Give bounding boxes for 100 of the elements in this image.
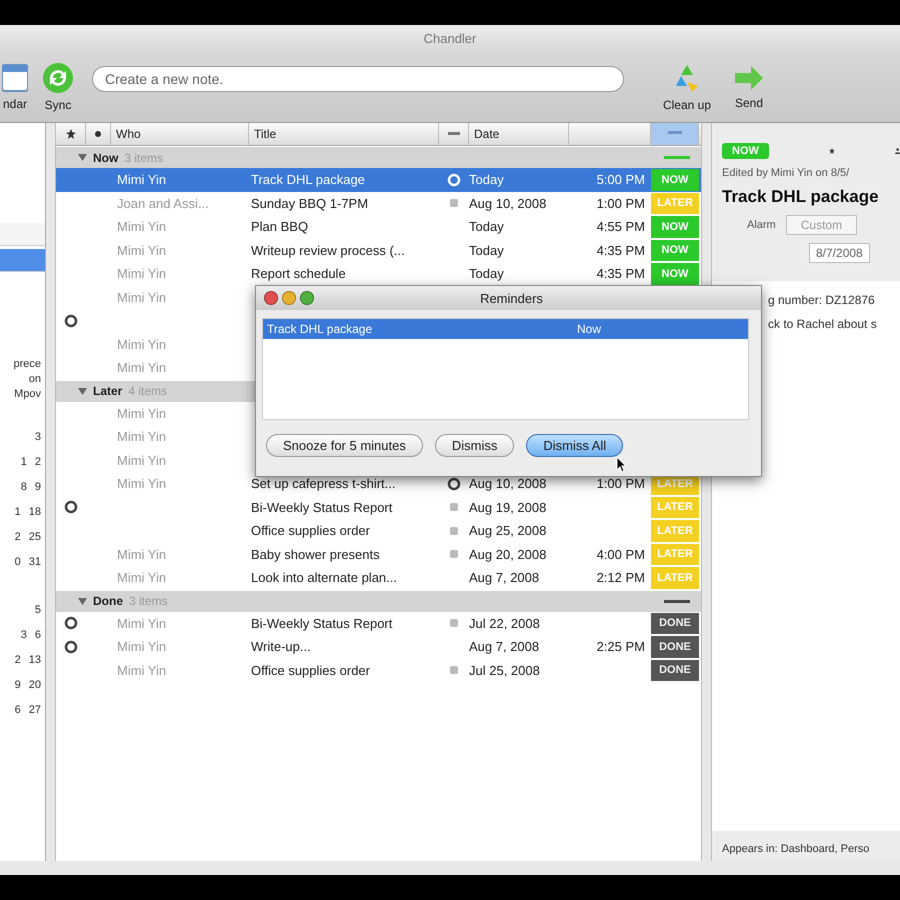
calendar-day[interactable]: 2 [14, 531, 21, 543]
calendar-day[interactable]: 3 [34, 431, 41, 443]
calendar-day[interactable]: 2 [34, 456, 41, 468]
zoom-button[interactable] [300, 291, 314, 305]
section-bar-icon [664, 600, 690, 602]
sidebar-text: Mpov [13, 388, 42, 400]
date-cell-text: Aug 20, 2008 [469, 546, 548, 564]
triage-badge[interactable]: DONE [651, 660, 699, 681]
item-title: Track DHL package [722, 187, 880, 207]
who-cell-text: Mimi Yin [116, 569, 168, 588]
calendar-day[interactable]: 9 [14, 679, 21, 691]
dialog-button[interactable]: Dismiss [434, 434, 514, 457]
sidebar-text: on [28, 373, 42, 385]
who-cell-text: Mimi Yin [116, 218, 168, 236]
sync-icon [42, 62, 74, 94]
toolbar-button[interactable]: Clean up [656, 62, 718, 112]
note-field[interactable]: Create a new note. [92, 66, 624, 92]
who-cell-text: Mimi Yin [116, 288, 168, 307]
note-text: ck to Rachel about s [767, 317, 878, 331]
calendar-day[interactable]: 2 [14, 654, 21, 666]
time-cell-text: 2:12 PM [596, 569, 646, 588]
item-count: 4 items [128, 384, 168, 398]
triage-badge[interactable]: DONE [651, 636, 699, 658]
disclosure-triangle-icon[interactable] [78, 154, 87, 161]
title-cell-text: Look into alternate plan... [250, 569, 398, 588]
who-cell-text: Mimi Yin [116, 404, 168, 423]
title-cell-text: Bi-Weekly Status Report [250, 614, 394, 633]
title-cell-text: Set up cafepress t-shirt... [250, 475, 397, 494]
calendar-day[interactable]: 9 [34, 481, 41, 493]
table-row[interactable]: Mimi Yin Track DHL package Today 5:00 PM NOW [56, 168, 701, 192]
reminder-item[interactable]: Track DHL package Now [263, 319, 748, 339]
section-title: Done [93, 594, 123, 608]
calendar-day[interactable]: 25 [28, 531, 41, 543]
who-cell-text: Mimi Yin [116, 662, 168, 680]
who-cell-text: Mimi Yin [116, 359, 168, 378]
calendar-day[interactable]: 0 [14, 556, 21, 568]
table-row[interactable]: Joan and Assi... Sunday BBQ 1-7PM Aug 10, 2008 1:00 PM LATER [56, 192, 701, 215]
reminder-icon [64, 314, 78, 328]
minimize-button[interactable] [282, 291, 296, 305]
appears-in-text: Appears in: Dashboard, Perso [722, 842, 870, 857]
calendar-day[interactable]: 3 [20, 629, 27, 641]
who-cell-text: Mimi Yin [116, 475, 168, 494]
calendar-day[interactable]: 20 [28, 679, 41, 691]
time-cell-text: 2:25 PM [596, 638, 646, 656]
disclosure-triangle-icon[interactable] [78, 388, 87, 394]
calendar-day[interactable]: 18 [28, 506, 41, 518]
calendar-day[interactable]: 1 [14, 506, 21, 518]
sidebar-item[interactable] [0, 249, 45, 272]
disclosure-triangle-icon[interactable] [78, 598, 87, 604]
close-button[interactable] [264, 291, 278, 305]
toolbar-button[interactable]: ndar [0, 63, 30, 111]
calendar-day[interactable]: 31 [28, 556, 41, 568]
toolbar-button[interactable]: Sync [38, 62, 78, 112]
star-icon[interactable] [66, 129, 76, 139]
calendar-day[interactable]: 13 [28, 654, 41, 666]
who-cell-text: Mimi Yin [116, 638, 168, 656]
who-cell-text: Mimi Yin [116, 265, 168, 284]
alarm-date-field[interactable]: 8/7/2008 [809, 243, 870, 263]
column-header[interactable]: Who [111, 123, 249, 145]
dialog-button[interactable]: Dismiss All [526, 434, 624, 457]
time-cell-text: 1:00 PM [596, 475, 646, 494]
date-cell-text: Today [469, 242, 505, 260]
edited-by-text: Edited by Mimi Yin on 8/5/ [722, 167, 850, 179]
title-cell-text: Sunday BBQ 1-7PM [250, 194, 370, 213]
triage-badge[interactable]: DONE [651, 612, 699, 634]
time-cell-text: 4:35 PM [596, 265, 646, 284]
calendar-icon [2, 63, 28, 93]
who-cell-text: Mimi Yin [116, 336, 168, 354]
column-header[interactable]: Date [469, 123, 569, 145]
time-cell-text: 1:00 PM [596, 194, 646, 213]
window-title: Chandler [424, 31, 476, 46]
who-cell-text: Mimi Yin [116, 546, 168, 564]
date-cell-text: Aug 7, 2008 [469, 569, 540, 588]
calendar-day[interactable]: 6 [34, 629, 41, 641]
date-cell-text: Aug 10, 2008 [469, 475, 548, 494]
who-cell-text: Mimi Yin [116, 171, 168, 190]
column-header[interactable]: Title [249, 123, 439, 145]
section-title: Later [93, 384, 122, 398]
calendar-day[interactable]: 8 [20, 481, 27, 493]
calendar-day[interactable]: 27 [28, 704, 41, 716]
calendar-day[interactable]: 1 [20, 456, 27, 468]
toolbar-button[interactable]: Send [726, 64, 772, 110]
calendar-day[interactable]: 5 [34, 604, 41, 616]
title-cell-text: Office supplies order [250, 522, 371, 540]
dialog-button[interactable]: Snooze for 5 minutes [266, 434, 423, 457]
who-cell-text: Mimi Yin [116, 242, 168, 260]
table-row[interactable]: Mimi Yin Bi-Weekly Status Report Jul 22, 2008 DONE [56, 612, 701, 635]
title-cell-text: Write-up... [250, 638, 312, 656]
date-cell-text: Jul 25, 2008 [469, 662, 541, 680]
title-cell-text: Plan BBQ [250, 218, 310, 236]
calendar-day[interactable]: 6 [14, 704, 21, 716]
date-cell-text: Aug 10, 2008 [469, 194, 548, 213]
notes-area[interactable]: g number: DZ12876 ck to Rachel about s [712, 281, 900, 831]
reminder-title: Track DHL package [267, 322, 374, 336]
title-cell-text: Report schedule [250, 265, 347, 284]
reminder-icon [447, 476, 461, 491]
date-cell-text: Today [469, 265, 505, 284]
dot-icon[interactable] [95, 131, 101, 137]
send-arrow-icon [733, 64, 765, 92]
who-cell-text: Mimi Yin [116, 428, 168, 446]
